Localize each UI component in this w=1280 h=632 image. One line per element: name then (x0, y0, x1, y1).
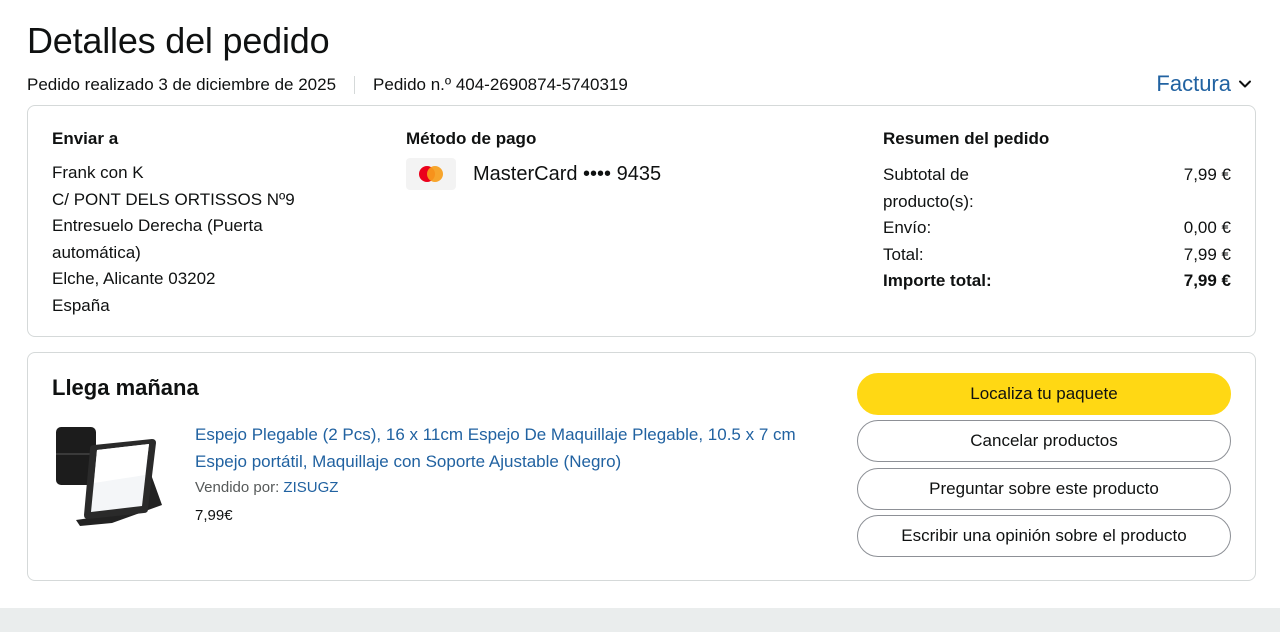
payment-title: Método de pago (406, 129, 537, 148)
page-title: Detalles del pedido (27, 20, 330, 61)
address-line: Entresuelo Derecha (Puerta (52, 216, 263, 236)
summary-value: 7,99 € (1183, 244, 1231, 264)
summary-row-total: Total: 7,99 € (883, 242, 1231, 269)
seller-prefix: Vendido por: (195, 479, 280, 496)
mastercard-icon (406, 158, 456, 190)
summary-value: 7,99 € (1183, 271, 1231, 291)
address-line: automática) (52, 242, 141, 262)
address-line: C/ PONT DELS ORTISSOS Nº9 (52, 189, 295, 209)
chevron-down-icon (1239, 80, 1251, 88)
invoice-dropdown[interactable]: Factura (1156, 71, 1253, 97)
shipping-title: Enviar a (52, 129, 119, 148)
order-date: Pedido realizado 3 de diciembre de 2025 (27, 75, 337, 94)
shipment-card: Llega mañana Espejo Plegable (2 Pcs), 16… (27, 352, 1256, 581)
summary-value: 7,99 € (1183, 165, 1231, 184)
summary-row-grand-total: Importe total: 7,99 € (883, 268, 1231, 295)
invoice-label: Factura (1156, 71, 1231, 96)
summary-label: Importe total: (883, 271, 992, 291)
summary-label: Envío: (883, 218, 932, 238)
product-price: 7,99€ (195, 507, 233, 524)
track-package-button[interactable]: Localiza tu paquete (857, 373, 1231, 415)
address-line: España (52, 295, 110, 315)
summary-label: Subtotal de producto(s): (883, 165, 974, 211)
seller-info: Vendido por: ZISUGZ (195, 479, 338, 496)
payment-method: MasterCard •••• 9435 (406, 158, 661, 190)
write-review-button[interactable]: Escribir una opinión sobre el producto (857, 515, 1231, 557)
order-meta: Pedido realizado 3 de diciembre de 2025 … (27, 75, 628, 95)
shipping-address: Frank con K C/ PONT DELS ORTISSOS Nº9 En… (52, 160, 342, 320)
footer-band (0, 608, 1280, 632)
delivery-status: Llega mañana (52, 375, 199, 400)
cancel-items-button[interactable]: Cancelar productos (857, 420, 1231, 462)
summary-label: Total: (883, 244, 924, 264)
product-image[interactable] (52, 423, 172, 535)
order-number: Pedido n.º 404-2690874-5740319 (373, 75, 628, 94)
meta-divider (354, 76, 356, 94)
address-line: Elche, Alicante 03202 (52, 269, 216, 289)
summary-row-shipping: Envío: 0,00 € (883, 215, 1231, 242)
order-summary: Subtotal de producto(s): 7,99 € Envío: 0… (883, 162, 1231, 295)
seller-link[interactable]: ZISUGZ (283, 479, 338, 496)
summary-title: Resumen del pedido (883, 129, 1050, 148)
card-text: MasterCard •••• 9435 (473, 162, 662, 185)
order-info-card: Enviar a Frank con K C/ PONT DELS ORTISS… (27, 105, 1256, 337)
summary-value: 0,00 € (1183, 218, 1231, 238)
address-line: Frank con K (52, 163, 144, 182)
product-title-link[interactable]: Espejo Plegable (2 Pcs), 16 x 11cm Espej… (195, 421, 835, 475)
summary-row-subtotal: Subtotal de producto(s): 7,99 € (883, 162, 1231, 215)
ask-product-question-button[interactable]: Preguntar sobre este producto (857, 468, 1231, 510)
